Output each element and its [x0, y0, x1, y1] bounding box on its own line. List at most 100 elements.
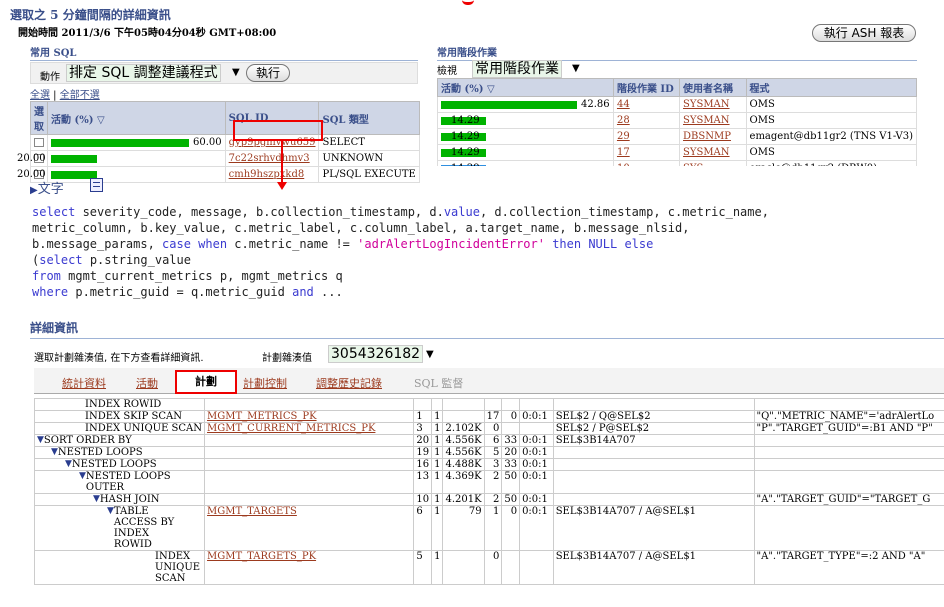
operation-cell: ▼ NESTED LOOPS	[34, 446, 206, 459]
document-icon[interactable]	[90, 178, 103, 192]
expand-triangle-icon: ▶	[30, 185, 38, 196]
collapse-triangle-icon[interactable]: ▼	[79, 471, 86, 493]
activity-bar	[51, 154, 97, 163]
session-id-cell: 10	[612, 160, 681, 166]
activity-value: 14.29	[451, 115, 480, 126]
sql-type-cell: SELECT	[318, 134, 420, 151]
tab-activity[interactable]: 活動	[136, 377, 158, 390]
tab-plan-control[interactable]: 計劃控制	[243, 377, 287, 390]
plan-c3-cell: 0	[483, 422, 503, 435]
session-id-link[interactable]: 44	[617, 99, 630, 110]
plan-c3-cell	[483, 398, 503, 411]
plan-c3-cell: 2	[483, 493, 503, 506]
plan-c3-cell: 6	[483, 434, 503, 447]
collapse-triangle-icon[interactable]: ▼	[93, 494, 100, 505]
sql-type-cell: PL/SQL EXECUTE	[318, 166, 420, 183]
chevron-down-icon[interactable]: ▼	[572, 63, 580, 74]
operation-name: INDEX SKIP SCAN	[85, 411, 182, 422]
select-all-link[interactable]: 全選	[30, 90, 50, 101]
plan-pred-cell	[753, 398, 944, 411]
plan-c5-cell: 0:0:1	[519, 458, 554, 471]
text-section-toggle[interactable]: ▶文字	[30, 178, 64, 197]
session-id-link[interactable]: 10	[617, 163, 630, 166]
chevron-down-icon[interactable]: ▼	[232, 67, 240, 78]
plan-pred-cell	[753, 470, 944, 494]
activity-value: 14.29	[451, 147, 480, 158]
username-link[interactable]: SYSMAN	[683, 115, 730, 126]
plan-c5-cell	[519, 550, 554, 585]
tab-tuning-history[interactable]: 調整歷史記錄	[316, 377, 382, 390]
sort-icon: ▽	[486, 84, 495, 95]
plan-c4-cell: 50	[501, 493, 521, 506]
select-none-link[interactable]: 全部不選	[60, 90, 100, 101]
username-link[interactable]: SYSMAN	[683, 147, 730, 158]
plan-id-cell: 1	[413, 410, 433, 423]
plan-hash-select[interactable]: 3054326182	[328, 345, 424, 363]
table-row: 14.29 17 SYSMAN OMS	[437, 144, 917, 161]
run-ash-report-button[interactable]: 執行 ASH 報表	[812, 24, 916, 42]
table-row: 14.29 29 DBSNMP emagent@db11gr2 (TNS V1-V3)	[437, 128, 917, 145]
action-select[interactable]: 排定 SQL 調整建議程式	[66, 64, 221, 82]
object-link[interactable]: MGMT_TARGETS_PK	[207, 551, 316, 562]
plan-c2-cell: 4.488K	[442, 458, 485, 471]
col-session-id[interactable]: 階段作業 ID	[612, 78, 681, 97]
object-cell: MGMT_TARGETS_PK	[204, 550, 415, 585]
col-sql-type[interactable]: SQL 類型	[318, 101, 420, 135]
chevron-down-icon[interactable]: ▼	[426, 349, 434, 360]
object-link[interactable]: MGMT_METRICS_PK	[207, 411, 317, 422]
operation-cell: INDEX SKIP SCAN	[34, 410, 206, 423]
tab-sql-monitor[interactable]: SQL 監督	[414, 375, 463, 391]
operation-cell: ▼ NESTED LOOPS OUTER	[34, 470, 206, 494]
col-select: 選取	[30, 101, 48, 135]
plan-c4-cell: 0	[501, 505, 521, 551]
username-link[interactable]: SYSMAN	[683, 99, 730, 110]
plan-id-cell	[413, 398, 433, 411]
col-activity[interactable]: 活動 (%) ▽	[47, 101, 226, 135]
sql-text: select severity_code, message, b.collect…	[32, 205, 769, 299]
session-id-cell: 28	[612, 112, 681, 129]
plan-c2-cell	[442, 410, 485, 423]
object-cell	[204, 470, 415, 494]
run-button[interactable]: 執行	[246, 64, 290, 82]
session-id-link[interactable]: 29	[617, 131, 630, 142]
row-checkbox[interactable]	[34, 138, 44, 147]
username-link[interactable]: SYS	[683, 163, 703, 166]
operation-cell: INDEX UNIQUE SCAN	[34, 422, 206, 435]
collapse-triangle-icon[interactable]: ▼	[37, 435, 44, 446]
collapse-triangle-icon[interactable]: ▼	[107, 506, 114, 550]
plan-c5-cell	[519, 422, 554, 435]
top-sql-table: 選取 活動 (%) ▽ SQL ID SQL 類型 60.00 gyp9pgmvw…	[17, 101, 420, 183]
plan-c1-cell: 1	[431, 458, 444, 471]
collapse-triangle-icon[interactable]: ▼	[51, 447, 58, 458]
plan-c1-cell: 1	[431, 550, 444, 585]
plan-qb-cell	[552, 398, 755, 411]
plan-c3-cell: 0	[483, 550, 503, 585]
activity-cell: 14.29	[437, 128, 614, 145]
plan-c2-cell	[442, 550, 485, 585]
plan-qb-cell: SEL$2 / Q@SEL$2	[552, 410, 755, 423]
tab-plan[interactable]: 計劃	[175, 370, 237, 394]
start-time: 開始時間 2011/3/6 下午05時04分04秒 GMT+08:00	[18, 28, 277, 39]
sql-id-link[interactable]: cmh9hszpxkd8	[229, 169, 305, 180]
object-link[interactable]: MGMT_TARGETS	[207, 506, 297, 517]
tab-statistics[interactable]: 統計資料	[62, 377, 106, 390]
top-sql-heading: 常用 SQL	[30, 44, 418, 61]
plan-c2-cell: 4.556K	[442, 446, 485, 459]
object-link[interactable]: MGMT_CURRENT_METRICS_PK	[207, 423, 375, 434]
col-activity[interactable]: 活動 (%) ▽	[437, 78, 614, 97]
plan-row: ▼ TABLE ACCESS BY INDEX ROWID MGMT_TARGET…	[34, 505, 944, 551]
collapse-triangle-icon[interactable]: ▼	[65, 459, 72, 470]
view-select[interactable]: 常用階段作業	[472, 60, 562, 78]
details-heading: 詳細資訊	[30, 319, 944, 339]
col-username[interactable]: 使用者名稱	[679, 78, 747, 97]
details-instruction: 選取計劃雜湊值, 在下方查看詳細資訊.	[34, 353, 204, 364]
session-id-link[interactable]: 17	[617, 147, 630, 158]
username-cell: DBSNMP	[679, 128, 747, 145]
session-id-link[interactable]: 28	[617, 115, 630, 126]
activity-cell: 60.00	[47, 134, 226, 151]
sql-id-link[interactable]: 7c22srhvdhmv3	[229, 153, 310, 164]
plan-c4-cell: 20	[501, 446, 521, 459]
col-program[interactable]: 程式	[745, 78, 917, 97]
plan-id-cell: 16	[413, 458, 433, 471]
username-link[interactable]: DBSNMP	[683, 131, 731, 142]
